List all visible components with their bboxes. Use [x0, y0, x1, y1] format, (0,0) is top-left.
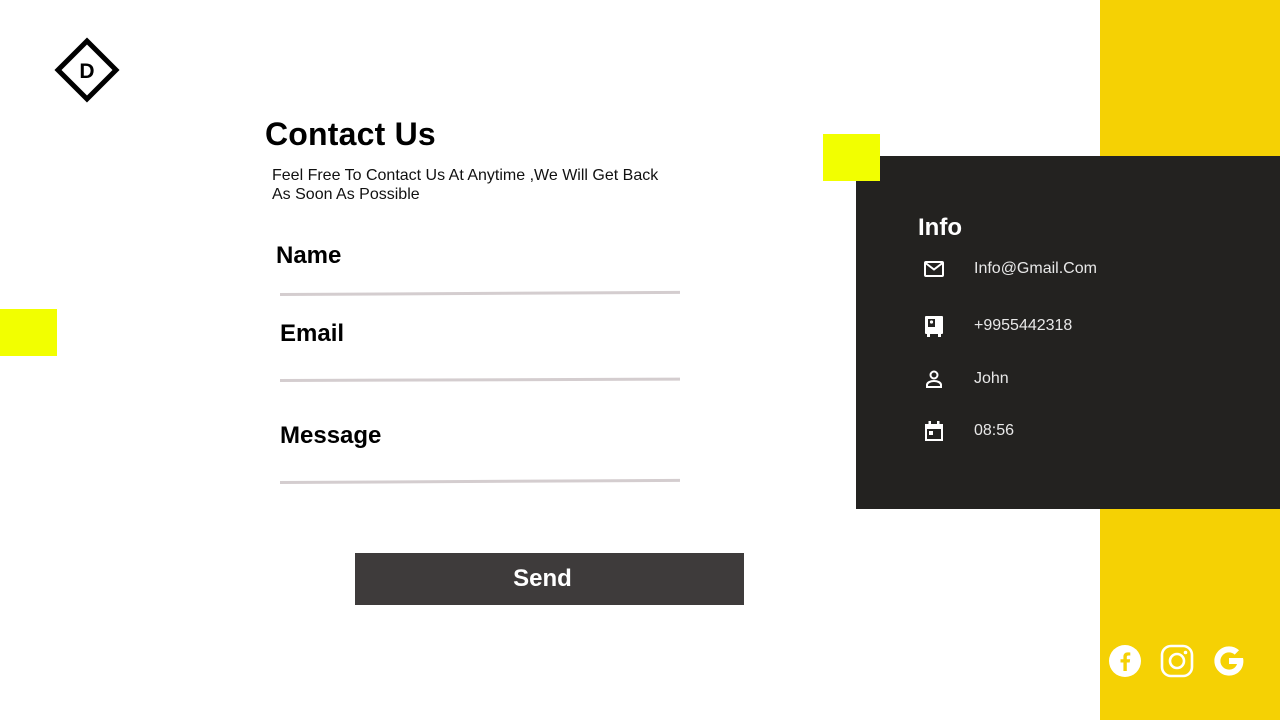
accent-square-top [823, 134, 880, 181]
email-field-underline [279, 377, 681, 382]
send-button-label: Send [513, 565, 572, 592]
google-icon[interactable] [1212, 644, 1246, 678]
contact-page: D Contact Us Feel Free To Contact Us At … [0, 0, 1280, 720]
message-label: Message [280, 422, 382, 449]
person-icon [922, 367, 946, 391]
brand-logo[interactable]: D [54, 37, 120, 103]
info-card: Info Info@Gmail.Com +9955442318 John 08:… [856, 156, 1280, 509]
facebook-icon[interactable] [1108, 644, 1142, 678]
info-email-text: Info@Gmail.Com [974, 260, 1097, 277]
calendar-icon [922, 419, 946, 443]
message-field-underline [279, 478, 681, 484]
email-label: Email [280, 320, 345, 347]
info-phone-text: +9955442318 [974, 317, 1073, 334]
page-subtitle: Feel Free To Contact Us At Anytime ,We W… [272, 166, 692, 204]
page-title: Contact Us [265, 116, 436, 152]
info-person-text: John [974, 370, 1009, 387]
message-input[interactable] [280, 449, 680, 479]
name-input[interactable] [280, 262, 680, 292]
info-row-person[interactable]: John [922, 366, 1009, 392]
info-title: Info [918, 214, 962, 241]
info-row-time[interactable]: 08:56 [922, 418, 1014, 444]
instagram-icon[interactable] [1160, 644, 1194, 678]
info-time-text: 08:56 [974, 422, 1015, 439]
email-input[interactable] [280, 347, 680, 377]
send-button[interactable]: Send [355, 553, 744, 605]
social-links [1108, 644, 1246, 678]
info-row-phone[interactable]: +9955442318 [922, 313, 1072, 339]
phone-icon [922, 314, 946, 338]
subtitle-line-1: Feel Free To Contact Us At Anytime ,We W… [272, 167, 659, 184]
accent-square-left [0, 309, 57, 356]
mail-icon [922, 257, 946, 281]
info-row-email[interactable]: Info@Gmail.Com [922, 256, 1097, 282]
diamond-logo-icon: D [54, 37, 120, 103]
logo-letter: D [79, 60, 94, 83]
subtitle-line-2: As Soon As Possible [272, 186, 420, 203]
